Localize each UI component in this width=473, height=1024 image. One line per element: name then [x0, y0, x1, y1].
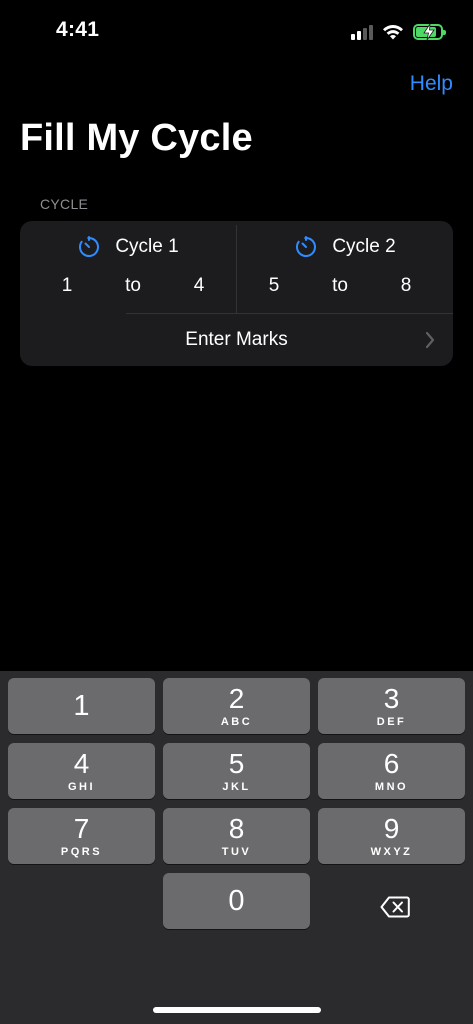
key-letters: JKL [222, 780, 251, 793]
status-icons [351, 20, 446, 44]
key-letters: DEF [376, 715, 407, 728]
key-letters: PQRS [60, 845, 103, 858]
wifi-icon [383, 24, 403, 40]
timer-icon [296, 236, 317, 257]
timer-icon [79, 236, 100, 257]
key-digit: 7 [73, 812, 90, 844]
numeric-keypad: 1 2 ABC 3 DEF 4 GHI 5 JKL 6 MNO 7 PQRS 8… [0, 671, 473, 1024]
key-8[interactable]: 8 TUV [163, 808, 310, 864]
cellular-signal-icon [351, 24, 373, 40]
section-header: CYCLE [40, 196, 89, 212]
key-digit: 1 [73, 690, 90, 722]
enter-marks-label: Enter Marks [185, 329, 288, 350]
delete-key[interactable] [368, 887, 422, 927]
key-0[interactable]: 0 [163, 873, 310, 929]
page-title: Fill My Cycle [20, 117, 253, 159]
help-button[interactable]: Help [410, 72, 453, 96]
key-digit: 3 [383, 682, 400, 714]
delete-backspace-icon [380, 896, 410, 918]
range-start: 5 [268, 275, 280, 296]
enter-marks-button[interactable]: Enter Marks [20, 314, 453, 366]
key-digit: 4 [73, 747, 90, 779]
status-time: 4:41 [56, 18, 100, 41]
screen: 4:41 Help Fill My Cycle CYCLE Cycle 1 1 … [0, 0, 473, 1024]
key-1[interactable]: 1 [8, 678, 155, 734]
key-4[interactable]: 4 GHI [8, 743, 155, 799]
chevron-right-icon [425, 331, 435, 349]
cycle-card: Cycle 1 1 to 4 Cycle 2 5 to 8 Enter Mark… [20, 221, 453, 366]
key-7[interactable]: 7 PQRS [8, 808, 155, 864]
cycle-1-cell[interactable]: Cycle 1 1 to 4 [20, 221, 236, 313]
key-2[interactable]: 2 ABC [163, 678, 310, 734]
key-5[interactable]: 5 JKL [163, 743, 310, 799]
key-letters: TUV [221, 845, 252, 858]
key-letters: WXYZ [370, 845, 413, 858]
key-digit: 6 [383, 747, 400, 779]
key-letters: ABC [220, 715, 253, 728]
cycle-range: 5 to 8 [237, 275, 453, 301]
key-letters: MNO [374, 780, 409, 793]
range-to-label: to [332, 275, 348, 296]
key-digit: 8 [228, 812, 245, 844]
cycle-range: 1 to 4 [20, 275, 236, 301]
range-end: 4 [193, 275, 205, 296]
home-indicator[interactable] [153, 1007, 321, 1013]
cycle-2-cell[interactable]: Cycle 2 5 to 8 [237, 221, 453, 313]
key-digit: 2 [228, 682, 245, 714]
key-6[interactable]: 6 MNO [318, 743, 465, 799]
cycle-name: Cycle 2 [332, 236, 396, 257]
key-digit: 9 [383, 812, 400, 844]
cycle-name: Cycle 1 [115, 236, 179, 257]
key-digit: 5 [228, 747, 245, 779]
key-letters: GHI [67, 780, 96, 793]
range-to-label: to [125, 275, 141, 296]
range-end: 8 [400, 275, 412, 296]
key-digit: 0 [228, 885, 245, 917]
range-start: 1 [61, 275, 73, 296]
battery-charging-icon [413, 24, 446, 40]
key-9[interactable]: 9 WXYZ [318, 808, 465, 864]
key-3[interactable]: 3 DEF [318, 678, 465, 734]
